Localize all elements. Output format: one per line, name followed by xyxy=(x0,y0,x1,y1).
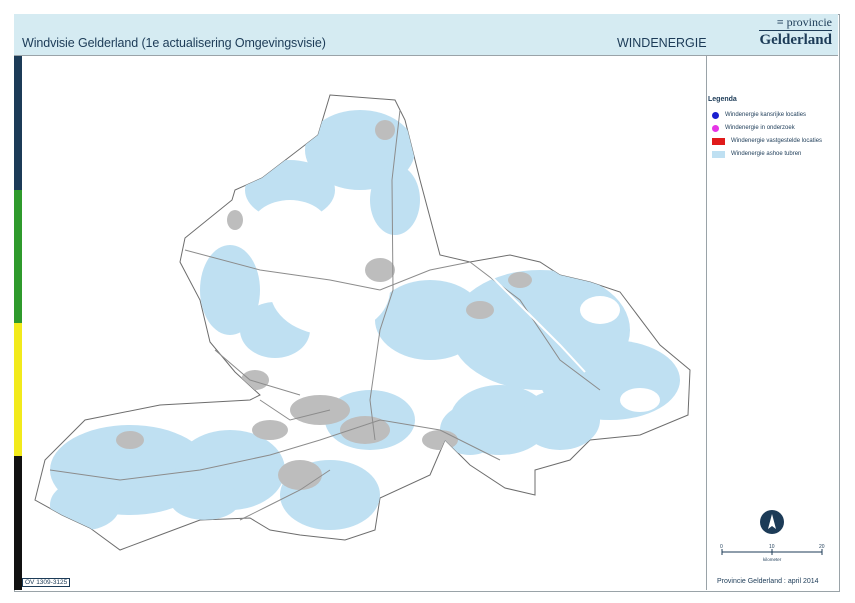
logo-line-2: Gelderland xyxy=(759,30,832,48)
scale-bar: 0 10 20 kilometer xyxy=(720,544,825,564)
map-header: Windvisie Gelderland (1e actualisering O… xyxy=(14,14,838,56)
legend-item-kansrijk: Windenergie kansrijke locaties xyxy=(712,110,806,120)
legend-item-onderzoek: Windenergie in onderzoek xyxy=(712,123,795,133)
map-title: Windvisie Gelderland (1e actualisering O… xyxy=(22,36,326,50)
stripe-black xyxy=(14,456,22,590)
scale-tick-10: 10 xyxy=(769,544,775,550)
logo-line-1: ≡ provincie xyxy=(776,15,832,29)
legend-label: Windenergie kansrijke locaties xyxy=(725,112,807,118)
scale-tick-20: 20 xyxy=(819,544,825,550)
map-theme: WINDENERGIE xyxy=(617,36,707,50)
legend-magenta-dot-icon xyxy=(712,124,719,132)
legend-title: Legenda xyxy=(708,96,737,103)
scale-tick-0: 0 xyxy=(720,544,723,550)
legend-label: Windenergie in onderzoek xyxy=(725,125,795,131)
map-code: OV 1309-3125 xyxy=(22,578,71,587)
legend-item-vastgesteld: Windenergie vastgestelde locaties xyxy=(712,136,822,146)
legend-blue-dot-icon xyxy=(712,111,719,119)
province-logo: ≡ provincie Gelderland xyxy=(759,16,832,48)
stripe-green xyxy=(14,190,22,323)
legend-red-rect-icon xyxy=(712,137,725,145)
legend-label: Windenergie vastgestelde locaties xyxy=(731,138,823,144)
stripe-dark-blue xyxy=(14,56,22,190)
legend-item-zones: Windenergie ashoe tubren xyxy=(712,149,801,159)
scale-unit: kilometer xyxy=(763,557,782,562)
north-arrow-icon xyxy=(760,510,784,534)
legend-label: Windenergie ashoe tubren xyxy=(731,151,802,157)
map-area[interactable] xyxy=(22,56,706,590)
map-credit: Provincie Gelderland : april 2014 xyxy=(717,578,819,585)
legend-lightblue-rect-icon xyxy=(712,150,725,158)
stripe-yellow xyxy=(14,323,22,456)
